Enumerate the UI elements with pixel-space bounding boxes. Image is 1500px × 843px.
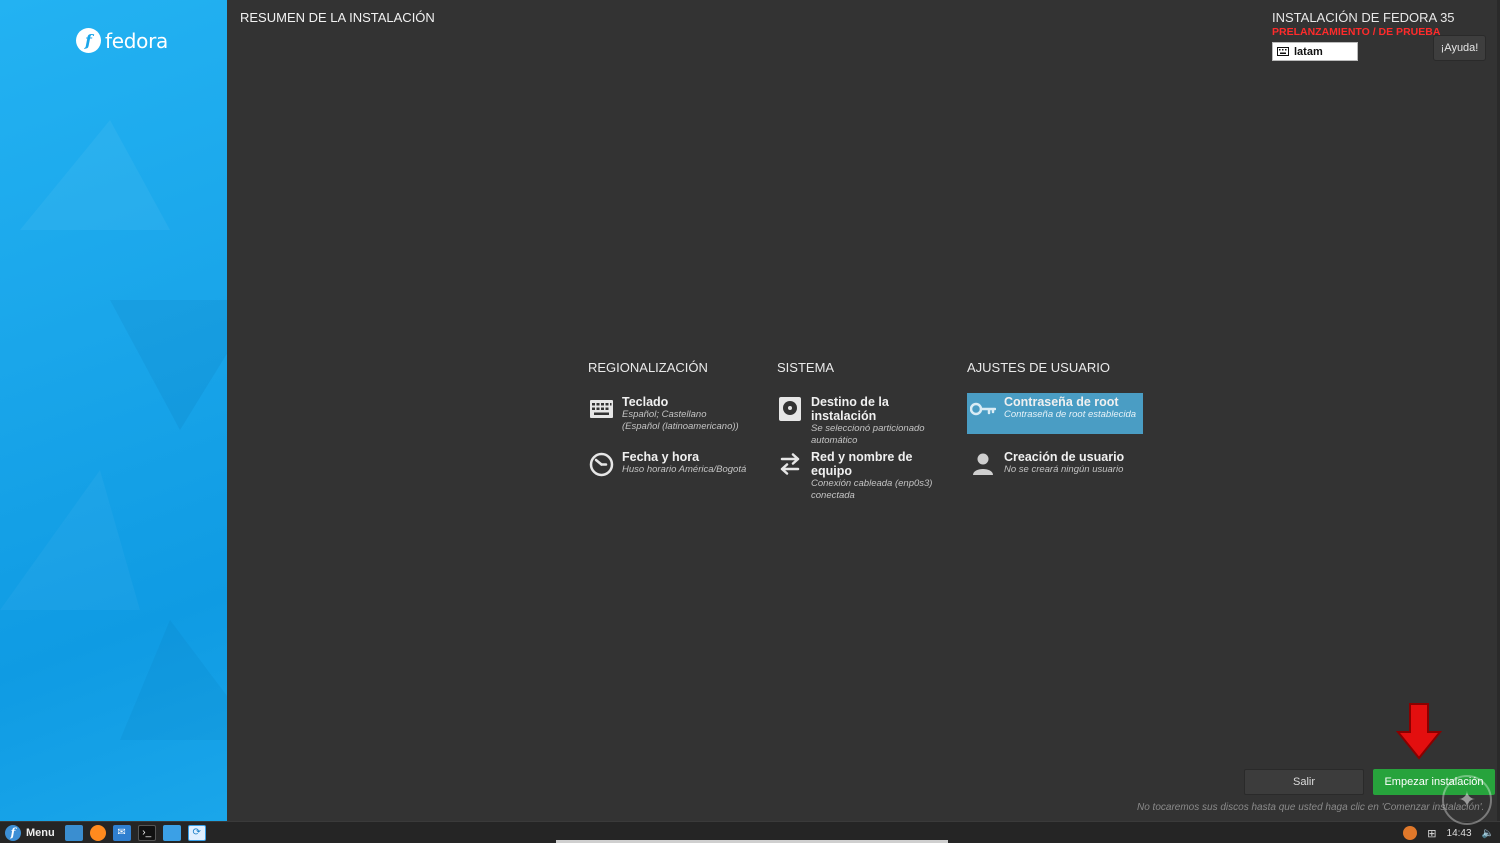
spoke-network-hostname[interactable]: Red y nombre de equipo Conexión cableada… (777, 448, 953, 501)
files-icon[interactable] (162, 824, 181, 841)
mail-icon[interactable]: ✉ (112, 824, 131, 841)
spoke-status: Conexión cableada (enp0s3) (811, 478, 933, 489)
watermark-logo: ✦ (1442, 775, 1492, 825)
section-title-user-settings: AJUSTES DE USUARIO (967, 360, 1111, 375)
updates-icon[interactable] (1403, 826, 1418, 840)
system-tray: ⊞ 14:43 🔈 (1403, 822, 1494, 843)
terminal-icon[interactable]: ›_ (137, 824, 156, 841)
spoke-status: Contraseña de root establecida (1004, 409, 1137, 420)
section-title-localization: REGIONALIZACIÓN (588, 360, 708, 375)
spoke-title: Teclado (622, 395, 669, 409)
clock-icon (588, 451, 614, 477)
spoke-installation-destination[interactable]: Destino de la instalación Se seleccionó … (777, 393, 953, 446)
keyboard-layout-indicator[interactable]: latam (1272, 42, 1358, 61)
fedora-menu-icon: f (5, 824, 21, 841)
network-icon[interactable]: ⊞ (1427, 827, 1436, 840)
spoke-status: Se seleccionó particionado (811, 423, 925, 434)
clock[interactable]: 14:43 (1447, 828, 1472, 839)
spoke-status: Huso horario América/Bogotá (622, 464, 747, 475)
network-arrows-icon (777, 451, 803, 477)
spoke-date-time[interactable]: Fecha y hora Huso horario América/Bogotá (588, 448, 764, 489)
keyboard-icon (1277, 47, 1289, 56)
spoke-keyboard[interactable]: Teclado Español; Castellano (Español (la… (588, 393, 764, 434)
spoke-title: Destino de la instalación (811, 395, 889, 423)
disk-icon (777, 396, 803, 422)
spoke-root-password[interactable]: Contraseña de root Contraseña de root es… (967, 393, 1143, 434)
volume-icon[interactable]: 🔈 (1482, 828, 1494, 839)
section-title-system: SISTEMA (777, 360, 835, 375)
sidebar: f fedora (0, 0, 227, 821)
key-icon (970, 396, 996, 422)
spoke-title: Creación de usuario (1004, 450, 1125, 464)
show-desktop-icon[interactable] (64, 824, 83, 841)
fedora-logo-text: fedora (105, 28, 168, 53)
prerelease-warning: PRELANZAMIENTO / DE PRUEBA (1272, 26, 1441, 38)
fedora-logo: f fedora (76, 28, 168, 53)
spoke-title: Red y nombre de equipo (811, 450, 913, 478)
quit-button[interactable]: Salir (1244, 769, 1364, 795)
spoke-status: No se creará ningún usuario (1004, 464, 1124, 475)
firefox-icon[interactable] (89, 824, 106, 841)
keyboard-layout-label: latam (1294, 45, 1323, 58)
spoke-title: Contraseña de root (1004, 395, 1119, 409)
spoke-status: (Español (latinoamericano)) (622, 420, 739, 432)
menu-label: Menu (26, 826, 55, 839)
product-title: INSTALACIÓN DE FEDORA 35 (1272, 10, 1455, 25)
spoke-user-creation[interactable]: Creación de usuario No se creará ningún … (967, 448, 1143, 489)
spoke-status: conectada (811, 489, 855, 501)
page-title: RESUMEN DE LA INSTALACIÓN (240, 10, 435, 25)
red-arrow-annotation (1396, 703, 1442, 760)
help-button[interactable]: ¡Ayuda! (1433, 35, 1486, 61)
installation-summary-hub: RESUMEN DE LA INSTALACIÓN INSTALACIÓN DE… (227, 0, 1500, 821)
spoke-status: automático (811, 434, 858, 446)
menu-button[interactable]: f Menu (5, 822, 55, 843)
spoke-title: Fecha y hora (622, 450, 700, 464)
fedora-logo-mark: f (76, 28, 101, 53)
anaconda-installer-icon[interactable]: ⟳ (187, 824, 206, 841)
keyboard-icon (588, 396, 614, 422)
spoke-status: Español; Castellano (622, 409, 707, 420)
user-icon (970, 451, 996, 477)
taskbar: f Menu ✉ ›_ ⟳ ⊞ 14:43 🔈 (0, 821, 1500, 843)
